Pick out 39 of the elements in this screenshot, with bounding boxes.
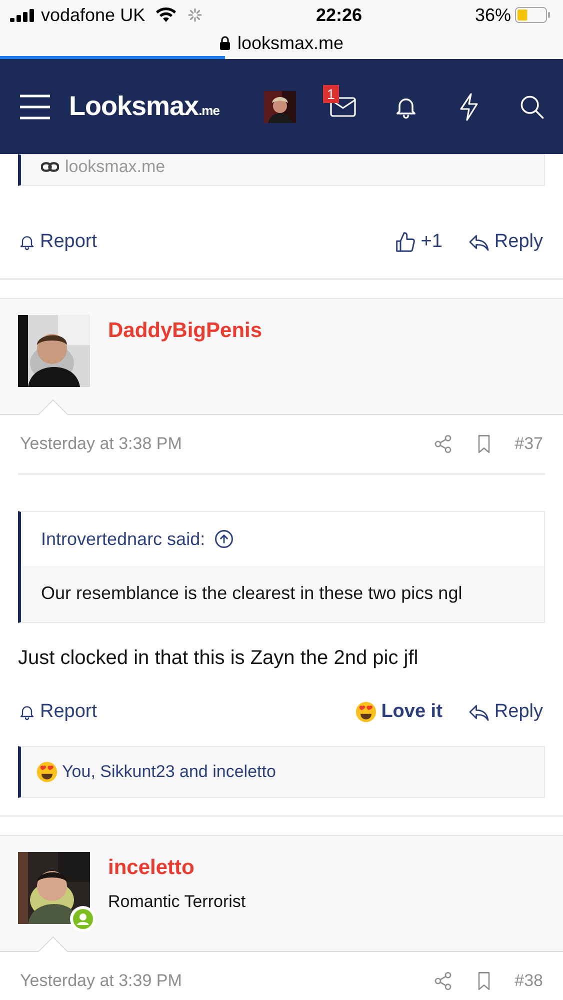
loading-spinner-icon (187, 7, 204, 23)
user-title: Romantic Terrorist (108, 892, 246, 912)
wifi-icon (155, 7, 178, 23)
reply-link[interactable]: Reply (468, 701, 543, 723)
site-logo[interactable]: Looksmax.me (69, 91, 220, 122)
reactions-link[interactable]: You, Sikkunt23 and inceletto (62, 762, 276, 782)
lock-icon (219, 36, 232, 50)
reply-icon (468, 233, 490, 251)
signal-icon (10, 8, 36, 22)
like-link[interactable]: +1 (394, 231, 442, 253)
post-message: Just clocked in that this is Zayn the 2nd pic jfl (18, 647, 420, 670)
arrow-up-circle-icon (213, 528, 236, 550)
battery-percentage: 36% (474, 4, 511, 26)
inbox-badge: 1 (323, 84, 339, 102)
username-link[interactable]: DaddyBigPenis (108, 319, 262, 343)
love-it-link[interactable]: Love it (355, 701, 442, 723)
link-icon (41, 160, 59, 174)
bell-icon (18, 703, 36, 721)
thumbs-up-icon (394, 231, 417, 253)
search-icon (518, 94, 544, 120)
lightning-icon (458, 92, 480, 120)
report-link[interactable]: Report (18, 701, 98, 723)
battery-icon (515, 7, 551, 23)
bell-icon (18, 233, 36, 251)
share-icon (432, 971, 453, 991)
quote-text: Our resemblance is the clearest in these two pics ngl (21, 566, 544, 622)
quote-author-link[interactable]: Introvertednarc said: (41, 528, 206, 550)
username-link[interactable]: inceletto (108, 856, 246, 880)
menu-icon[interactable] (19, 94, 51, 120)
heart-eyes-emoji-icon (36, 761, 58, 783)
share-icon (432, 434, 453, 454)
heart-eyes-emoji-icon (355, 701, 378, 723)
reply-link[interactable]: Reply (468, 231, 543, 253)
url-text[interactable]: looksmax.me (237, 32, 344, 54)
clock: 22:26 (316, 4, 362, 26)
report-link[interactable]: Report (18, 231, 98, 253)
reply-icon (468, 703, 490, 721)
carrier-name: vodafone UK (41, 4, 146, 26)
quote-source-text: looksmax.me (65, 157, 166, 177)
